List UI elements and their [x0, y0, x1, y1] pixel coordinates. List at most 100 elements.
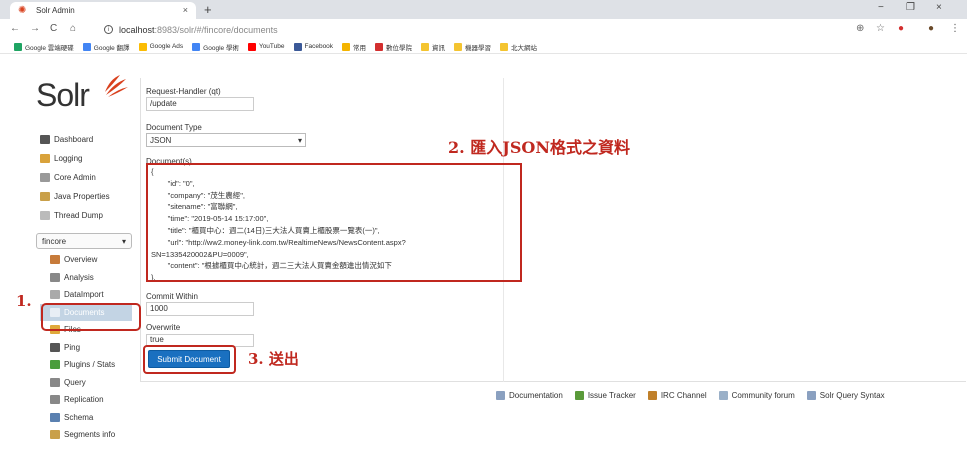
bookmark-icon [293, 42, 302, 51]
annotation-step3: 3. 送出 [248, 350, 299, 368]
solr-favicon-icon: ✺ [18, 4, 27, 16]
bookmark-item[interactable]: 北大網站 [500, 42, 537, 52]
bookmark-star-icon[interactable]: ☆ [876, 23, 885, 34]
maximize-button[interactable]: ❐ [906, 2, 915, 13]
core-selector[interactable]: fincore ▾ [36, 233, 132, 249]
bookmark-icon [14, 42, 22, 51]
tab-title: Solr Admin [36, 6, 75, 15]
irc-icon [647, 391, 657, 400]
sidebar-item-core-admin[interactable]: Core Admin [36, 168, 140, 187]
extension-icon[interactable]: ● [898, 23, 904, 34]
footer-link-solr-query-syntax[interactable]: Solr Query Syntax [806, 391, 885, 400]
doctype-label: Document Type [146, 123, 202, 132]
annotation-step1: 1. [16, 292, 32, 310]
minimize-button[interactable]: − [878, 2, 884, 13]
chevron-down-icon: ▾ [121, 236, 126, 246]
bookmark-label: 北大網站 [511, 44, 538, 52]
core-menu-item-dataimport[interactable]: DataImport [36, 286, 140, 304]
bookmark-icon [82, 42, 91, 51]
close-window-button[interactable]: × [936, 2, 942, 13]
profile-avatar[interactable]: ● [928, 23, 934, 34]
core-menu-label: Analysis [64, 272, 94, 282]
bookmark-item[interactable]: Google 學術 [192, 42, 239, 52]
url-field[interactable]: i localhost:8983/solr/#/fincore/document… [104, 22, 894, 37]
bookmark-icon [421, 42, 430, 51]
footer-link-label: IRC Channel [660, 391, 707, 400]
sidebar-item-java-properties[interactable]: Java Properties [36, 187, 140, 206]
core-menu-label: DataImport [64, 290, 104, 300]
address-bar: ← → C ⌂ i localhost:8983/solr/#/fincore/… [0, 19, 967, 40]
bookmark-icon [342, 42, 351, 51]
bookmark-label: 資訊 [432, 44, 446, 52]
solr-admin-page: Solr Dashboard Logging Core Admin Java Prop… [0, 55, 967, 463]
bookmark-item[interactable]: 資訊 [421, 42, 445, 52]
sidebar-item-dashboard[interactable]: Dashboard [36, 130, 140, 149]
tab-close-icon[interactable]: × [183, 5, 188, 15]
sidebar-item-logging[interactable]: Logging [36, 149, 140, 168]
bookmark-item[interactable]: 機器學習 [454, 42, 491, 52]
handler-input[interactable]: /update [146, 97, 254, 111]
back-icon[interactable]: ← [10, 23, 20, 34]
ping-icon [50, 342, 60, 352]
footer-link-issue-tracker[interactable]: Issue Tracker [574, 391, 636, 400]
core-menu-item-plugins-stats[interactable]: Plugins / Stats [36, 356, 140, 374]
bookmark-item[interactable]: 數位學院 [375, 42, 412, 52]
java-icon [40, 192, 50, 201]
core-menu-item-query[interactable]: Query [36, 374, 140, 392]
forward-icon[interactable]: → [30, 23, 40, 34]
footer-link-label: Documentation [509, 391, 563, 400]
bookmark-label: Google 學術 [203, 44, 239, 52]
browser-tab[interactable]: ✺ Solr Admin × [10, 2, 196, 19]
core-admin-icon [40, 173, 50, 182]
core-menu-item-schema[interactable]: Schema [36, 409, 140, 427]
solr-logo: Solr [36, 77, 90, 113]
menu-icon[interactable]: ⋮ [950, 23, 960, 34]
reload-icon[interactable]: C [50, 23, 57, 34]
overwrite-label: Overwrite [146, 323, 181, 332]
bookmark-icon [138, 42, 147, 51]
core-menu-item-overview[interactable]: Overview [36, 251, 140, 269]
core-menu-item-ping[interactable]: Ping [36, 339, 140, 357]
new-tab-button[interactable]: + [204, 2, 212, 17]
query-syntax-icon [806, 391, 816, 400]
bookmark-item[interactable]: Facebook [293, 42, 333, 51]
bookmark-item[interactable]: YouTube [247, 42, 285, 51]
home-page-icon[interactable]: ⌂ [70, 23, 76, 34]
sidebar-item-thread-dump[interactable]: Thread Dump [36, 206, 140, 225]
core-menu-item-segments-info[interactable]: Segments info [36, 426, 140, 444]
footer-link-community-forum[interactable]: Community forum [718, 391, 795, 400]
site-info-icon[interactable]: i [104, 25, 113, 34]
bookmark-item[interactable]: 常用 [342, 42, 366, 52]
sidebar-item-label: Logging [54, 154, 83, 163]
commit-within-input[interactable]: 1000 [146, 302, 254, 316]
thread-dump-icon [40, 211, 50, 220]
bookmark-label: 數位學院 [386, 44, 413, 52]
bookmark-label: Google Ads [149, 43, 184, 50]
core-menu-item-analysis[interactable]: Analysis [36, 269, 140, 287]
bookmark-label: YouTube [258, 43, 285, 50]
analysis-icon [50, 272, 60, 282]
submit-document-button[interactable]: Submit Document [148, 350, 230, 368]
core-menu-item-replication[interactable]: Replication [36, 391, 140, 409]
footer-link-irc-channel[interactable]: IRC Channel [647, 391, 707, 400]
dataimport-icon [50, 290, 60, 300]
bookmark-item[interactable]: Google 雲端硬碟 [14, 42, 74, 52]
browser-tab-bar: ✺ Solr Admin × + − ❐ × [0, 0, 967, 19]
bookmark-icon [375, 42, 384, 51]
footer-link-documentation[interactable]: Documentation [496, 391, 563, 400]
footer-link-label: Solr Query Syntax [819, 391, 885, 400]
issue-tracker-icon [574, 391, 584, 400]
doctype-select[interactable]: JSON ▾ [146, 133, 306, 147]
dashboard-icon [40, 135, 50, 144]
bookmark-icon [454, 42, 463, 51]
handler-label: Request-Handler (qt) [146, 87, 221, 96]
bookmark-item[interactable]: Google 翻譯 [82, 42, 130, 52]
footer-link-label: Community forum [731, 391, 795, 400]
query-icon [50, 377, 60, 387]
core-menu-label: Overview [64, 255, 98, 265]
documents-textarea[interactable]: { "id": "0", "company": "茂生農經", "sitenam… [146, 163, 522, 282]
core-menu: Overview Analysis DataImport Documents Files… [36, 251, 140, 444]
annotation-step2: 2. 匯入JSON格式之資料 [448, 138, 630, 157]
zoom-icon[interactable]: ⊕ [856, 23, 864, 34]
bookmark-item[interactable]: Google Ads [138, 42, 184, 51]
